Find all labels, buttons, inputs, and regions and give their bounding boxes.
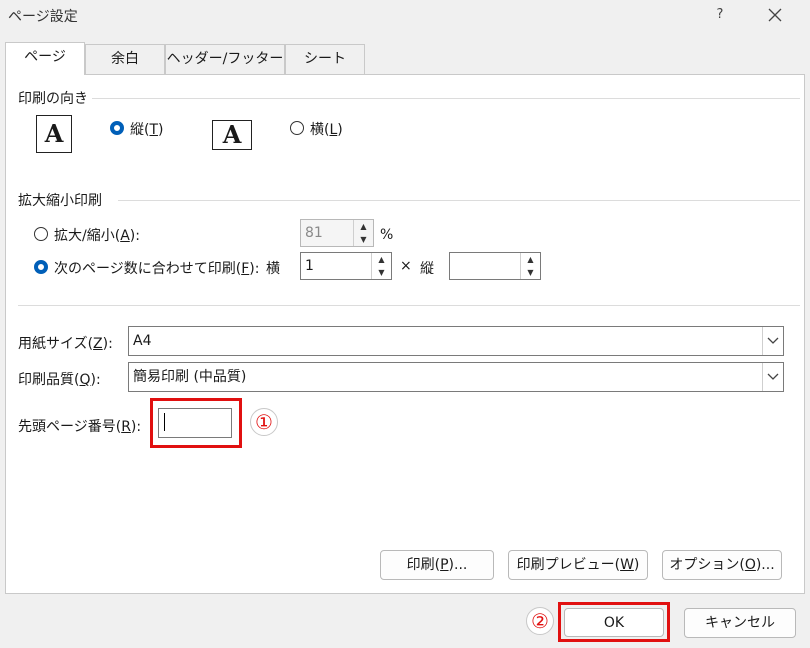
section-divider [92, 98, 800, 99]
fit-to-pages-label[interactable]: 次のページ数に合わせて印刷(F): [54, 258, 259, 278]
close-button[interactable] [760, 2, 790, 28]
landscape-label[interactable]: 横(L) [310, 119, 343, 139]
section-divider [118, 200, 800, 201]
annotation-marker-1: ① [250, 408, 278, 436]
ok-button[interactable]: OK [564, 608, 664, 637]
tab-header-footer[interactable]: ヘッダー/フッター [165, 44, 285, 74]
portrait-label[interactable]: 縦(T) [130, 119, 164, 139]
print-preview-button[interactable]: 印刷プレビュー(W) [508, 550, 648, 580]
chevron-down-icon [767, 337, 779, 344]
spin-up-icon[interactable]: ▲ [521, 253, 540, 266]
first-page-number-input[interactable] [158, 408, 232, 438]
tab-page[interactable]: ページ [5, 42, 85, 75]
spin-down-icon[interactable]: ▼ [372, 266, 391, 279]
tab-margins[interactable]: 余白 [85, 44, 165, 74]
print-quality-dropdown-arrow[interactable] [762, 363, 782, 391]
title-bar [0, 0, 810, 32]
landscape-page-icon: A [212, 120, 252, 150]
paper-size-label: 用紙サイズ(Z): [18, 336, 113, 352]
print-quality-label: 印刷品質(Q): [18, 372, 101, 388]
spin-down-icon[interactable]: ▼ [354, 233, 373, 246]
tab-sheet[interactable]: シート [285, 44, 365, 74]
first-page-number-label: 先頭ページ番号(R): [18, 419, 142, 435]
portrait-radio[interactable] [110, 121, 124, 135]
section-divider [18, 305, 800, 306]
text-cursor [164, 413, 165, 431]
adjust-scale-label[interactable]: 拡大/縮小(A): [54, 225, 140, 245]
scaling-section-label: 拡大縮小印刷 [18, 193, 102, 209]
print-quality-select[interactable]: 簡易印刷 (中品質) [128, 362, 784, 392]
landscape-radio[interactable] [290, 121, 304, 135]
spin-down-icon[interactable]: ▼ [521, 266, 540, 279]
close-icon [768, 8, 782, 22]
pages-tall-spinner: ▲ ▼ [520, 253, 540, 279]
percent-unit: % [380, 227, 394, 243]
annotation-marker-2: ② [526, 607, 554, 635]
pages-wide-spinner: ▲ ▼ [371, 253, 391, 279]
pages-tall-label: 縦 [420, 261, 434, 277]
paper-size-select[interactable]: A4 [128, 326, 784, 356]
fit-to-pages-radio[interactable] [34, 260, 48, 274]
spin-up-icon[interactable]: ▲ [372, 253, 391, 266]
scale-percent-spinner: ▲ ▼ [353, 220, 373, 246]
spin-up-icon[interactable]: ▲ [354, 220, 373, 233]
chevron-down-icon [767, 373, 779, 380]
orientation-section-label: 印刷の向き [18, 91, 88, 107]
adjust-scale-radio[interactable] [34, 227, 48, 241]
portrait-page-icon: A [36, 115, 72, 153]
paper-size-dropdown-arrow[interactable] [762, 327, 782, 355]
print-button[interactable]: 印刷(P)... [380, 550, 494, 580]
pages-wide-label: 横 [266, 261, 280, 277]
options-button[interactable]: オプション(O)... [662, 550, 782, 580]
help-button[interactable]: ? [706, 2, 734, 28]
cancel-button[interactable]: キャンセル [684, 608, 796, 638]
window-title: ページ設定 [8, 9, 78, 25]
times-sign: × [400, 258, 412, 274]
